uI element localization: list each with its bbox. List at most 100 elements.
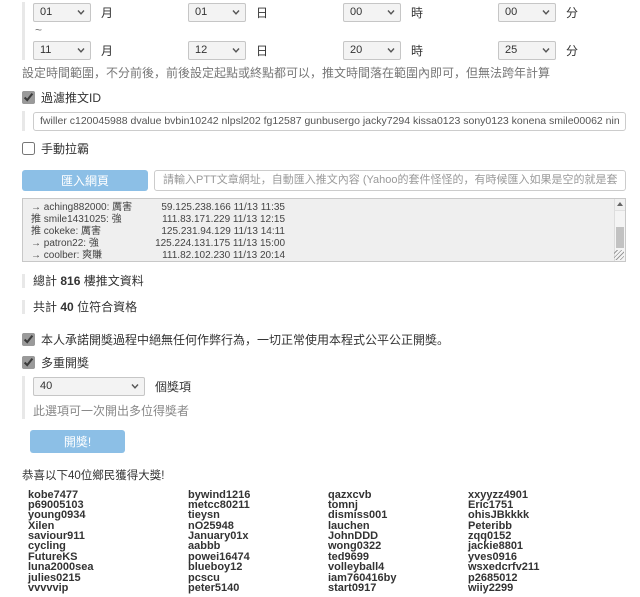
to-day-select[interactable]: 12 — [188, 41, 246, 60]
manual-slot-label: 手動拉霸 — [41, 140, 89, 157]
prize-count-value: 40 — [40, 380, 52, 392]
winner-name: peter5140 — [188, 583, 328, 593]
time-range-section: 01 月 01 日 00 時 00 — [22, 2, 626, 60]
push-textarea[interactable]: → aching882000: 厲害59.125.238.166 11/13 1… — [22, 198, 626, 262]
chevron-down-icon — [131, 384, 139, 389]
winner-name: wsxedcrfv211 — [468, 562, 626, 572]
winner-name: ohisJBkkkk — [468, 510, 626, 520]
winner-name: Xilen — [28, 521, 188, 531]
filter-id-input[interactable] — [33, 112, 626, 131]
total-prefix: 總計 — [33, 274, 57, 288]
day-label: 日 — [256, 42, 268, 59]
winner-name: ted9699 — [328, 552, 468, 562]
qualified-value: 40 — [60, 300, 73, 314]
winner-name: volleyball4 — [328, 562, 468, 572]
from-day-value: 01 — [195, 6, 207, 18]
chevron-down-icon — [77, 48, 85, 53]
fairness-promise-label: 本人承諾開獎過程中絕無任何作弊行為，一切正常使用本程式公平公正開獎。 — [41, 331, 449, 348]
scrollbar-thumb[interactable] — [616, 227, 624, 248]
to-hour-value: 20 — [350, 44, 362, 56]
winner-name: powei16474 — [188, 552, 328, 562]
to-minute-select[interactable]: 25 — [498, 41, 556, 60]
to-month-select[interactable]: 11 — [33, 41, 91, 60]
scroll-up-icon[interactable] — [615, 199, 625, 211]
winner-name: January01x — [188, 531, 328, 541]
push-lines: → aching882000: 厲害59.125.238.166 11/13 1… — [31, 202, 605, 262]
chevron-down-icon — [77, 10, 85, 15]
month-label: 月 — [101, 4, 113, 21]
winner-name: wong0322 — [328, 541, 468, 551]
winner-name: aabbb — [188, 541, 328, 551]
prize-count-block: 40 個獎項 此選項可一次開出多位得獎者 — [22, 376, 626, 419]
draw-button[interactable]: 開獎! — [30, 430, 125, 453]
qualified-prefix: 共計 — [33, 300, 57, 314]
multi-draw-checkbox[interactable] — [22, 356, 35, 369]
fairness-promise-checkbox[interactable] — [22, 333, 35, 346]
import-page-button[interactable]: 匯入網頁 — [22, 170, 148, 191]
winner-name: jackie8801 — [468, 541, 626, 551]
resize-handle-icon[interactable] — [614, 250, 624, 260]
winner-name: tieysn — [188, 510, 328, 520]
from-hour-group: 00 時 — [343, 3, 498, 22]
winner-name: luna2000sea — [28, 562, 188, 572]
to-month-group: 11 月 — [33, 41, 188, 60]
from-month-select[interactable]: 01 — [33, 3, 91, 22]
total-value: 816 — [60, 274, 80, 288]
filter-id-block — [22, 111, 626, 131]
winner-name: p2685012 — [468, 573, 626, 583]
filter-id-checkbox-row[interactable]: 過濾推文ID — [22, 89, 626, 106]
push-line: 推 smile1431025: 強111.83.171.229 11/13 12… — [31, 214, 605, 226]
minute-label: 分 — [566, 42, 578, 59]
to-hour-select[interactable]: 20 — [343, 41, 401, 60]
push-line: 推 cokeke: 厲害125.231.94.129 11/13 14:11 — [31, 226, 605, 238]
chevron-down-icon — [232, 10, 240, 15]
prize-unit-label: 個獎項 — [155, 378, 191, 395]
from-month-group: 01 月 — [33, 3, 188, 22]
filter-id-label: 過濾推文ID — [41, 89, 101, 106]
multi-draw-label: 多重開獎 — [41, 354, 89, 371]
from-hour-select[interactable]: 00 — [343, 3, 401, 22]
winner-name: saviour911 — [28, 531, 188, 541]
winner-name: julies0215 — [28, 573, 188, 583]
qualified-suffix: 位符合資格 — [77, 300, 137, 314]
winner-name: pcscu — [188, 573, 328, 583]
winner-name: vvvvvip — [28, 583, 188, 593]
from-minute-select[interactable]: 00 — [498, 3, 556, 22]
time-from-row: 01 月 01 日 00 時 00 — [33, 2, 626, 22]
from-day-select[interactable]: 01 — [188, 3, 246, 22]
from-hour-value: 00 — [350, 6, 362, 18]
from-month-value: 01 — [40, 6, 52, 18]
ptt-url-input[interactable] — [154, 170, 626, 191]
qualified-count: 共計 40 位符合資格 — [22, 300, 626, 314]
push-line: → aching882000: 厲害59.125.238.166 11/13 1… — [31, 202, 605, 214]
winner-name: dismiss001 — [328, 510, 468, 520]
push-line: → patron22: 強125.224.131.175 11/13 15:00 — [31, 238, 605, 250]
chevron-down-icon — [387, 48, 395, 53]
to-month-value: 11 — [40, 44, 51, 56]
winners-header: 恭喜以下40位鄉民獲得大獎! — [22, 467, 626, 483]
winner-name: nO25948 — [188, 521, 328, 531]
time-to-row: 11 月 12 日 20 時 25 — [33, 40, 626, 60]
multi-draw-checkbox-row[interactable]: 多重開獎 — [22, 354, 626, 371]
winner-name: wiiy2299 — [468, 583, 626, 593]
prize-count-select[interactable]: 40 — [33, 377, 145, 396]
to-minute-group: 25 分 — [498, 41, 640, 60]
winner-name: young0934 — [28, 510, 188, 520]
manual-slot-checkbox[interactable] — [22, 142, 35, 155]
to-day-group: 12 日 — [188, 41, 343, 60]
to-minute-value: 25 — [505, 44, 517, 56]
winner-name: start0917 — [328, 583, 468, 593]
hour-label: 時 — [411, 4, 423, 21]
chevron-down-icon — [232, 48, 240, 53]
filter-id-checkbox[interactable] — [22, 91, 35, 104]
winner-name: FutureKS — [28, 552, 188, 562]
manual-slot-checkbox-row[interactable]: 手動拉霸 — [22, 140, 626, 157]
fairness-promise-checkbox-row[interactable]: 本人承諾開獎過程中絕無任何作弊行為，一切正常使用本程式公平公正開獎。 — [22, 331, 626, 348]
chevron-down-icon — [542, 48, 550, 53]
winner-name: iam760416by — [328, 573, 468, 583]
winner-name: tomnj — [328, 500, 468, 510]
ptt-lottery-tool-page: 01 月 01 日 00 時 00 — [0, 0, 640, 597]
winner-name: JohnDDD — [328, 531, 468, 541]
winner-name: yves0916 — [468, 552, 626, 562]
push-line: → coolber: 爽賺111.82.102.230 11/13 20:14 — [31, 250, 605, 261]
